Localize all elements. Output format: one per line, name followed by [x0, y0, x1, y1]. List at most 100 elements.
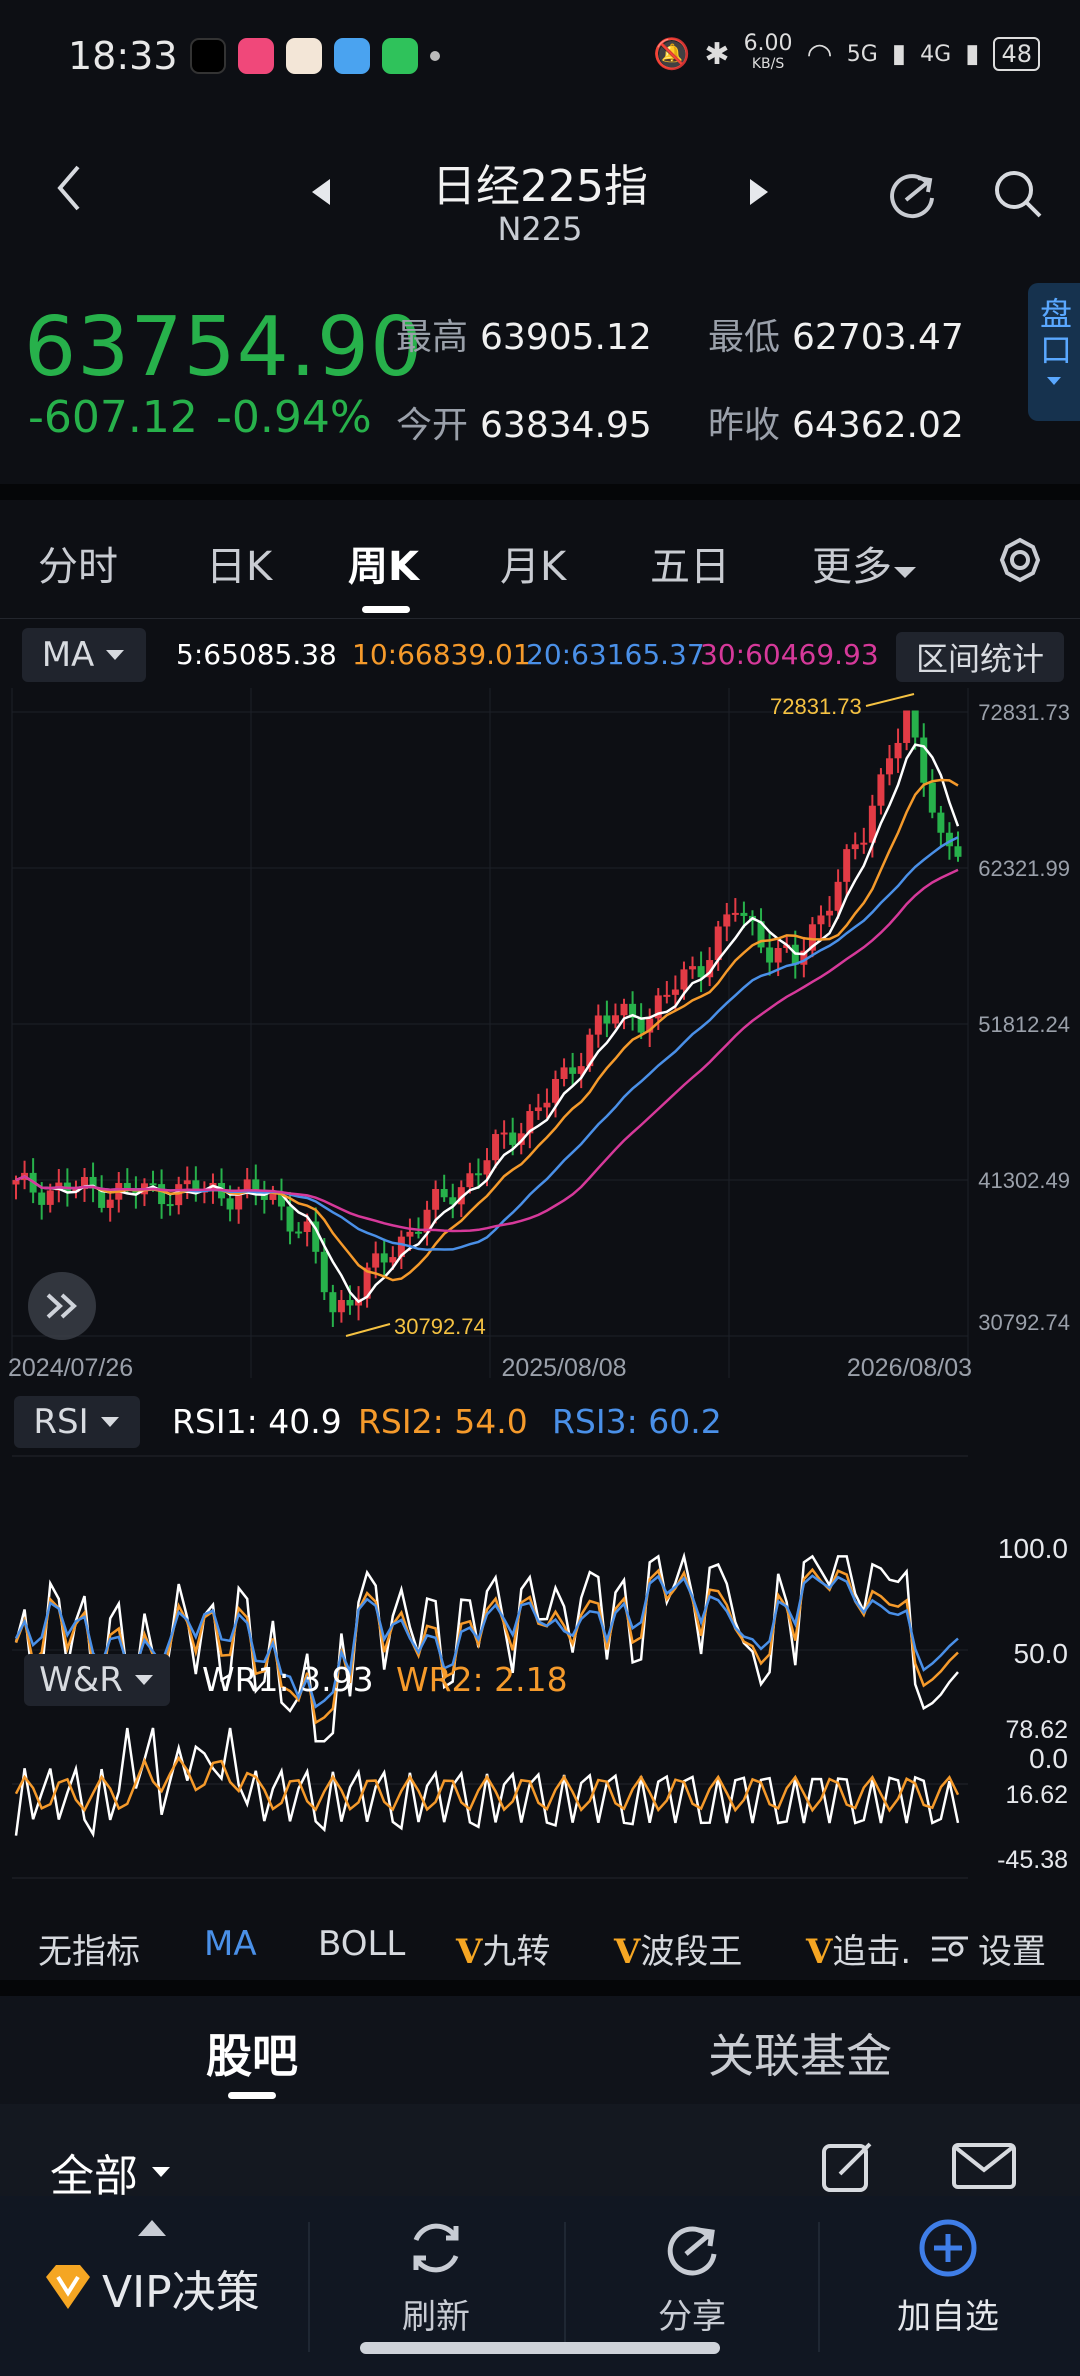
messages-button[interactable] — [948, 2134, 1020, 2198]
candle-body — [569, 1067, 577, 1074]
home-indicator — [360, 2342, 720, 2354]
ma10-line — [15, 778, 959, 1282]
prev-close-field: 昨收 64362.02 — [708, 405, 964, 446]
candle-body — [406, 1231, 414, 1237]
tab-daily[interactable]: 日K — [206, 534, 272, 592]
candle-body — [509, 1132, 517, 1145]
x-tick-label: 2024/07/26 — [8, 1354, 133, 1382]
tab-guba[interactable]: 股吧 — [206, 2020, 298, 2086]
candle-body — [877, 774, 885, 806]
tiktok-icon — [190, 38, 226, 74]
share-button[interactable]: 分享 — [582, 2216, 802, 2338]
refresh-button[interactable]: 刷新 — [326, 2216, 546, 2338]
bluetooth-icon: ✱ — [704, 36, 730, 72]
chart-settings-button[interactable] — [990, 530, 1050, 590]
ma20-value: 20:63165.37 — [526, 638, 705, 671]
range-stats-button[interactable]: 区间统计 — [896, 632, 1064, 682]
write-post-button[interactable] — [816, 2134, 880, 2198]
candle-body — [389, 1257, 397, 1263]
ma5-value: 5:65085.38 — [176, 638, 337, 671]
tab-monthly[interactable]: 月K — [500, 534, 566, 592]
indicator-zhuiji[interactable]: V追击. — [806, 1924, 911, 1973]
more-dot-icon — [430, 51, 440, 61]
net-speed: 6.00 KB/S — [743, 31, 793, 73]
status-bar: 18:33 🔕 ✱ 6.00 KB/S ◠ 5G ▮ 4G ▮ 48 — [0, 0, 1080, 110]
nav-divider — [818, 2222, 820, 2352]
period-tabs: 分时 日K 周K 月K 五日 更多 — [0, 500, 1080, 619]
x-tick-label: 2026/08/03 — [847, 1354, 972, 1382]
candle-body — [740, 912, 748, 916]
edit-icon — [822, 2142, 872, 2192]
search-icon — [995, 171, 1042, 218]
candle-body — [603, 1015, 611, 1024]
candle-body — [885, 758, 893, 775]
candle-body — [826, 910, 834, 916]
tab-five-day[interactable]: 五日 — [650, 534, 730, 592]
candle-body — [320, 1251, 328, 1293]
tab-weekly[interactable]: 周K — [348, 534, 419, 592]
filter-dropdown[interactable]: 全部 — [50, 2140, 172, 2204]
rsi2-value: RSI2: 54.0 — [358, 1402, 528, 1441]
next-stock-button[interactable] — [738, 172, 778, 212]
rsi-selector[interactable]: RSI — [14, 1396, 140, 1448]
indicator-none[interactable]: 无指标 — [38, 1924, 140, 1973]
wr2-value: WR2: 2.18 — [396, 1660, 568, 1699]
diamond-v-icon — [46, 2265, 90, 2309]
mute-icon: 🔕 — [653, 36, 691, 72]
candle-body — [903, 710, 911, 743]
ma30-value: 30:60469.93 — [700, 638, 879, 671]
signal-bars-icon: ▮ — [891, 39, 907, 69]
indicator-settings-button[interactable]: 设置 — [930, 1924, 1046, 1973]
share-header-button[interactable] — [880, 162, 944, 226]
candle-body — [183, 1180, 191, 1185]
y-tick-label: 30792.74 — [978, 1310, 1070, 1335]
candle-body — [689, 966, 697, 970]
stock-header: 日经225指 N225 — [0, 110, 1080, 270]
expand-chart-button[interactable] — [28, 1272, 96, 1340]
triangle-right-icon — [750, 179, 768, 205]
tab-more[interactable]: 更多 — [812, 534, 918, 592]
candle-body — [911, 710, 919, 738]
indicator-ma[interactable]: MA — [204, 1924, 257, 1964]
tab-intraday[interactable]: 分时 — [38, 534, 118, 592]
candle-body — [226, 1198, 234, 1210]
candle-body — [46, 1190, 54, 1205]
ma-selector[interactable]: MA — [22, 628, 146, 682]
add-watchlist-button[interactable]: 加自选 — [838, 2216, 1058, 2338]
mail-icon — [952, 2143, 1016, 2189]
notification-icons — [190, 38, 440, 74]
candle-body — [920, 737, 928, 783]
v-badge-icon: V — [456, 1932, 483, 1972]
x-tick-label: 2025/08/08 — [501, 1354, 626, 1382]
vip-decision-button[interactable]: VIP决策 — [40, 2256, 260, 2320]
caret-down-icon — [100, 1417, 119, 1427]
post-filter-row: 全部 — [0, 2104, 1080, 2204]
candle-body — [372, 1253, 380, 1268]
candle-body — [637, 1017, 645, 1033]
indicator-boduanwang[interactable]: V波段王 — [614, 1924, 742, 1973]
caret-up-icon — [136, 2218, 168, 2242]
min-price-label: 30792.74 — [394, 1314, 486, 1339]
section-divider — [0, 484, 1080, 500]
wr-legend-row: W&R WR1: 3.93 WR2: 2.18 — [0, 1650, 1080, 1710]
indicator-jiuzhuan[interactable]: V九转 — [456, 1924, 550, 1973]
candle-body — [286, 1206, 294, 1232]
open-field: 今开 63834.95 — [396, 405, 652, 446]
candle-body — [346, 1300, 354, 1306]
indicator-boll[interactable]: BOLL — [318, 1924, 405, 1964]
v-badge-icon: V — [614, 1932, 641, 1972]
ma5-line — [15, 743, 960, 1304]
wr1-value: WR1: 3.93 — [202, 1660, 374, 1699]
search-button[interactable] — [986, 162, 1050, 226]
kline-chart[interactable]: 72831.73 62321.99 51812.24 41302.49 30792.74… — [0, 688, 1080, 1912]
candle-body — [149, 1183, 157, 1186]
tab-related-funds[interactable]: 关联基金 — [708, 2020, 892, 2086]
candle-body — [534, 1107, 542, 1112]
candle-body — [440, 1189, 448, 1198]
candle-body — [723, 914, 731, 927]
pankou-tab[interactable]: 盘口 — [1028, 283, 1080, 421]
candle-body — [337, 1300, 345, 1313]
indicator-bar: 无指标 MA BOLL V九转 V波段王 V追击. 设置 — [0, 1912, 1080, 1982]
battery-icon: 48 — [993, 37, 1040, 71]
wr-selector[interactable]: W&R — [24, 1654, 170, 1706]
